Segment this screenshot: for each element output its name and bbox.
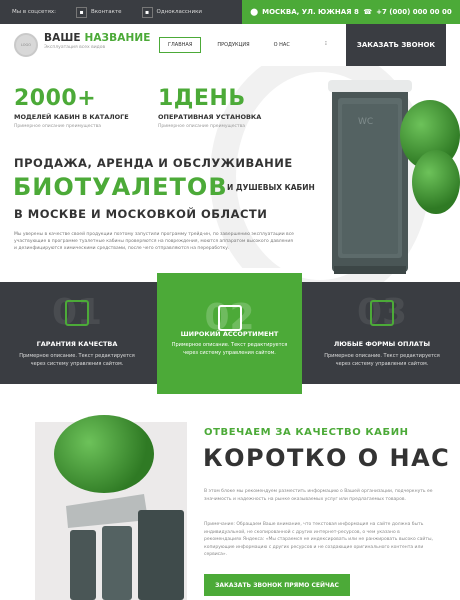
location-pin-icon: ⬤ [250, 8, 259, 16]
phone-icon: ☎ [363, 8, 373, 16]
hero-description: Мы уверены в качестве своей продукции по… [14, 232, 294, 251]
stat-install: 1ДЕНЬ ОПЕРАТИВНАЯ УСТАНОВКА Примерное оп… [158, 86, 262, 129]
logo[interactable]: LOGO [14, 33, 38, 57]
feature-assortment: 02 ШИРОКИЙ АССОРТИМЕНТ Примерное описани… [157, 268, 302, 394]
book-icon [217, 305, 242, 331]
cabins-image [66, 494, 184, 600]
features-section: 01 ГАРАНТИЯ КАЧЕСТВА Примерное описание.… [0, 268, 460, 394]
nav-item-home[interactable]: ГЛАВНАЯ [159, 37, 202, 53]
nav-more-icon[interactable]: ⁝ [325, 40, 327, 47]
brand[interactable]: ВАШЕ НАЗВАНИЕ Эксплуатация всех видов [44, 32, 151, 50]
hero-heading-line1: ПРОДАЖА, АРЕНДА И ОБСЛУЖИВАНИЕ [14, 156, 293, 170]
quality-icon [65, 300, 89, 326]
vk-link[interactable]: ▪ Вконтакте [76, 6, 122, 18]
about-note: Примечание: Обращаем Ваше внимание, что … [204, 522, 433, 557]
about-kicker: ОТВЕЧАЕМ ЗА КАЧЕСТВО КАБИН [204, 427, 409, 438]
order-call-now-button[interactable]: ЗАКАЗАТЬ ЗВОНОК ПРЯМО СЕЙЧАС [204, 574, 350, 596]
main-nav: ГЛАВНАЯ ПРОДУКЦИЯ О НАС [159, 37, 298, 53]
order-call-button[interactable]: ЗАКАЗАТЬ ЗВОНОК [346, 24, 446, 66]
ok-icon: ▪ [141, 6, 153, 18]
address: ⬤ МОСКВА, УЛ. ЮЖНАЯ 8 [250, 8, 359, 16]
card-icon [370, 300, 394, 326]
stat-models: 2000+ МОДЕЛЕЙ КАБИН В КАТАЛОГЕ Примерное… [14, 86, 129, 129]
top-bar: Мы в соцсетях: ▪ Вконтакте ▪ Одноклассни… [0, 0, 460, 24]
feature-payment: 03 ЛЮБЫЕ ФОРМЫ ОПЛАТЫ Примерное описание… [324, 292, 440, 367]
contact-bar: ⬤ МОСКВА, УЛ. ЮЖНАЯ 8 ☎ +7 (000) 000 00 00 [242, 0, 460, 24]
phone-link[interactable]: ☎ +7 (000) 000 00 00 [363, 8, 451, 16]
about-title: КОРОТКО О НАС [203, 444, 451, 472]
plant-decoration [54, 415, 154, 493]
hero-heading-main: БИОТУАЛЕТОВ [13, 173, 228, 201]
hero-heading-suffix: И ДУШЕВЫХ КАБИН [227, 183, 315, 192]
page: Мы в соцсетях: ▪ Вконтакте ▪ Одноклассни… [0, 0, 460, 600]
vk-icon: ▪ [76, 6, 87, 18]
cabin-wc-label: WC [358, 117, 373, 127]
about-paragraph: В этом блоке мы рекомендуем разместить и… [204, 489, 433, 502]
feature-quality: 01 ГАРАНТИЯ КАЧЕСТВА Примерное описание.… [19, 292, 135, 367]
nav-item-products[interactable]: ПРОДУКЦИЯ [209, 38, 257, 52]
toilet-cabin-image: WC [328, 80, 412, 274]
brand-tagline: Эксплуатация всех видов [44, 45, 106, 50]
hero-heading-line3: В МОСКВЕ И МОСКОВКОЙ ОБЛАСТИ [14, 207, 268, 221]
plant-decoration [412, 150, 460, 214]
ok-link[interactable]: ▪ Одноклассники [141, 6, 202, 18]
nav-item-about[interactable]: О НАС [266, 38, 298, 52]
social-label: Мы в соцсетях: [12, 9, 56, 15]
brand-name: ВАШЕ НАЗВАНИЕ [44, 32, 151, 44]
